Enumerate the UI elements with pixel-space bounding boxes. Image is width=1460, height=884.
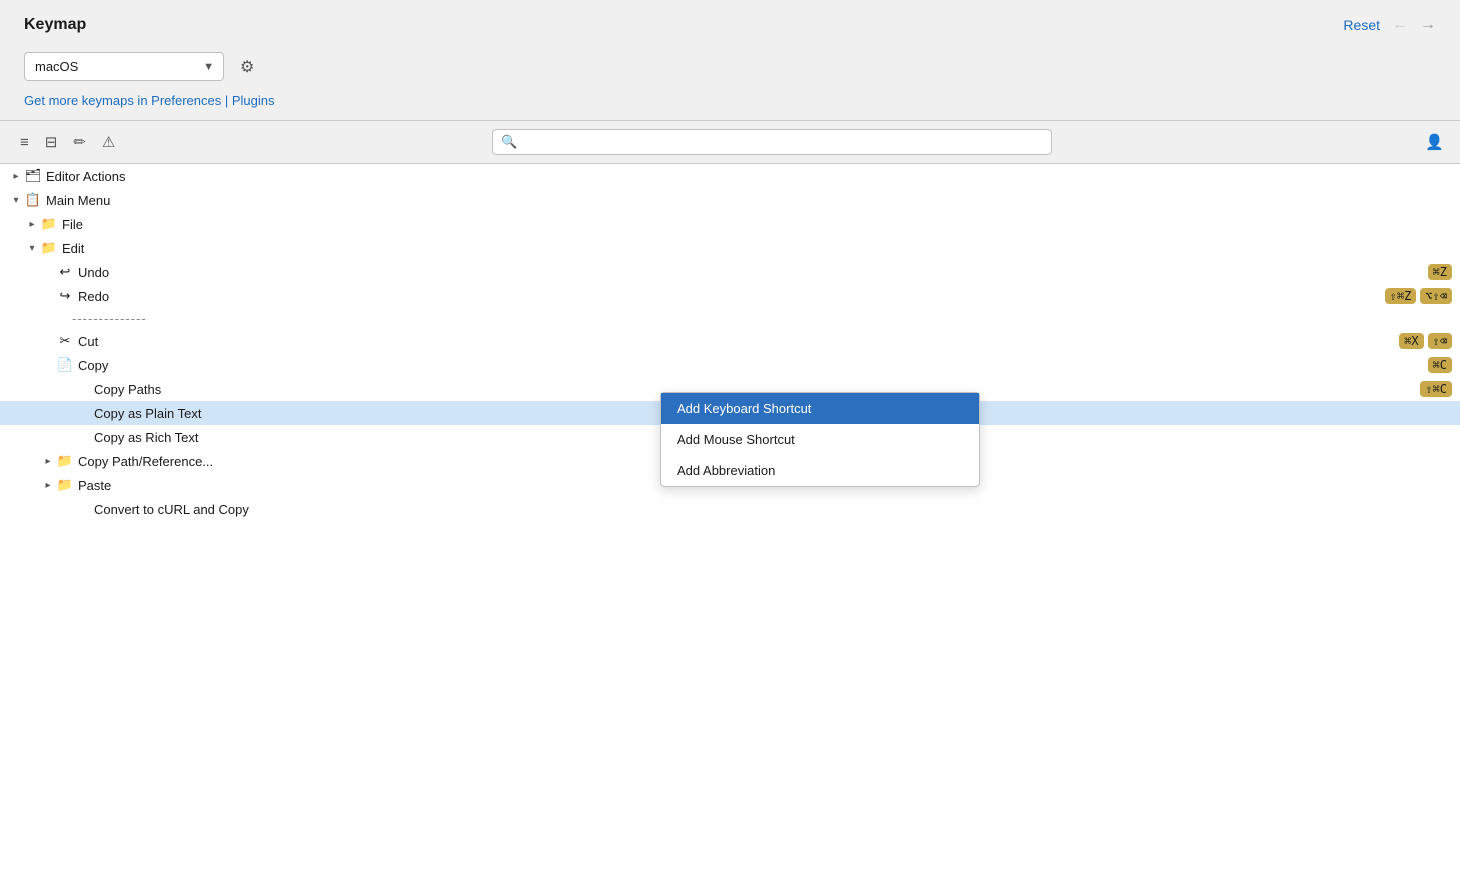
cut-icon: ✂ [56,332,74,350]
filter-icons: ≡ ⊟ ✏ ⚠ [16,130,119,154]
search-icon: 🔍 [501,134,517,150]
chevron-icon [40,453,56,469]
expand-all-icon: ≡ [20,134,29,151]
collapse-all-button[interactable]: ⊟ [41,130,62,154]
gear-button[interactable]: ⚙ [236,53,258,81]
context-menu-item-add-abbreviation[interactable]: Add Abbreviation [661,455,979,486]
folder-icon: 📁 [56,452,74,470]
shortcut-badge: ⌥⇧⌫ [1420,288,1452,304]
tree-row[interactable]: 📋 Main Menu [0,188,1460,212]
tree-item-label: Cut [78,334,1387,349]
warning-button[interactable]: ⚠ [98,130,119,154]
tree-row[interactable]: 📄 Copy ⌘C [0,353,1460,377]
main-menu-icon: 📋 [24,191,42,209]
back-button[interactable]: ← [1392,16,1408,34]
editor-actions-icon: 🗂 [24,167,42,185]
keymap-select-wrapper: macOS Windows Linux ▼ [24,52,224,81]
reset-button[interactable]: Reset [1343,17,1380,33]
shortcuts-list: ⇧⌘Z ⌥⇧⌫ [1373,288,1452,304]
tree-item-label: Edit [62,241,1452,256]
shortcuts-list: ⌘X ⇧⌫ [1387,333,1452,349]
item-icon [72,428,90,446]
context-menu-item-add-mouse-shortcut[interactable]: Add Mouse Shortcut [661,424,979,455]
warning-icon: ⚠ [102,134,115,151]
copy-icon: 📄 [56,356,74,374]
tree-row[interactable]: ↩ Undo ⌘Z [0,260,1460,284]
tree-row[interactable]: 📁 File [0,212,1460,236]
collapse-all-icon: ⊟ [45,134,58,151]
tree-item-label: Convert to cURL and Copy [94,502,1452,517]
page-title: Keymap [24,16,86,34]
pencil-icon: ✏ [73,134,86,151]
chevron-icon [24,216,40,232]
gear-icon: ⚙ [240,59,254,76]
chevron-icon [40,477,56,493]
folder-icon: 📁 [56,476,74,494]
tree-row[interactable]: ↪ Redo ⇧⌘Z ⌥⇧⌫ [0,284,1460,308]
tree-row[interactable]: ✂ Cut ⌘X ⇧⌫ [0,329,1460,353]
search-box: 🔍 [492,129,1052,155]
tree-row[interactable]: 🗂 Editor Actions [0,164,1460,188]
shortcut-badge: ⇧⌫ [1428,333,1452,349]
item-icon [72,500,90,518]
keymap-toolbar: macOS Windows Linux ▼ ⚙ [0,44,1460,89]
shortcuts-list: ⌘C [1416,357,1452,373]
tree-item-label: Undo [78,265,1416,280]
shortcut-badge: ⌘C [1428,357,1452,373]
tree-row[interactable]: Convert to cURL and Copy [0,497,1460,521]
tree-item-label: Main Menu [46,193,1452,208]
chevron-icon [24,240,40,256]
shortcut-badge: ⌘Z [1428,264,1452,280]
preferences-link-row: Get more keymaps in Preferences | Plugin… [0,89,1460,120]
context-menu-item-add-keyboard-shortcut[interactable]: Add Keyboard Shortcut [661,393,979,424]
keymap-tree: 🗂 Editor Actions 📋 Main Menu 📁 File 📁 Ed… [0,164,1460,884]
header: Keymap Reset ← → [0,0,1460,44]
edit-shortcuts-button[interactable]: ✏ [69,130,90,154]
undo-icon: ↩ [56,263,74,281]
tree-item-label: Redo [78,289,1373,304]
person-icon: 👤 [1425,134,1444,151]
search-toolbar: ≡ ⊟ ✏ ⚠ 🔍 👤 [0,121,1460,164]
redo-icon: ↪ [56,287,74,305]
folder-icon: 📁 [40,239,58,257]
chevron-icon [8,192,24,208]
separator-dashes: -------------- [72,311,147,326]
expand-all-button[interactable]: ≡ [16,131,33,154]
shortcut-badge: ⇧⌘Z [1385,288,1417,304]
folder-icon: 📁 [40,215,58,233]
chevron-icon [8,168,24,184]
keymap-page: Keymap Reset ← → macOS Windows Linux ▼ ⚙… [0,0,1460,884]
search-input[interactable] [524,135,1044,150]
keymap-select[interactable]: macOS Windows Linux [24,52,224,81]
separator-row: -------------- [0,308,1460,329]
shortcut-badge: ⌘X [1399,333,1423,349]
tree-item-label: Copy [78,358,1416,373]
context-menu: Add Keyboard Shortcut Add Mouse Shortcut… [660,392,980,487]
header-actions: Reset ← → [1343,16,1436,34]
item-icon [72,380,90,398]
shortcuts-list: ⇧⌘C [1408,381,1452,397]
shortcut-badge: ⇧⌘C [1420,381,1452,397]
preferences-link[interactable]: Get more keymaps in Preferences | Plugin… [24,93,275,108]
shortcuts-list: ⌘Z [1416,264,1452,280]
person-icon-button[interactable]: 👤 [1425,133,1444,151]
item-icon [72,404,90,422]
tree-item-label: File [62,217,1452,232]
forward-button[interactable]: → [1420,16,1436,34]
tree-row[interactable]: 📁 Edit [0,236,1460,260]
tree-item-label: Editor Actions [46,169,1452,184]
